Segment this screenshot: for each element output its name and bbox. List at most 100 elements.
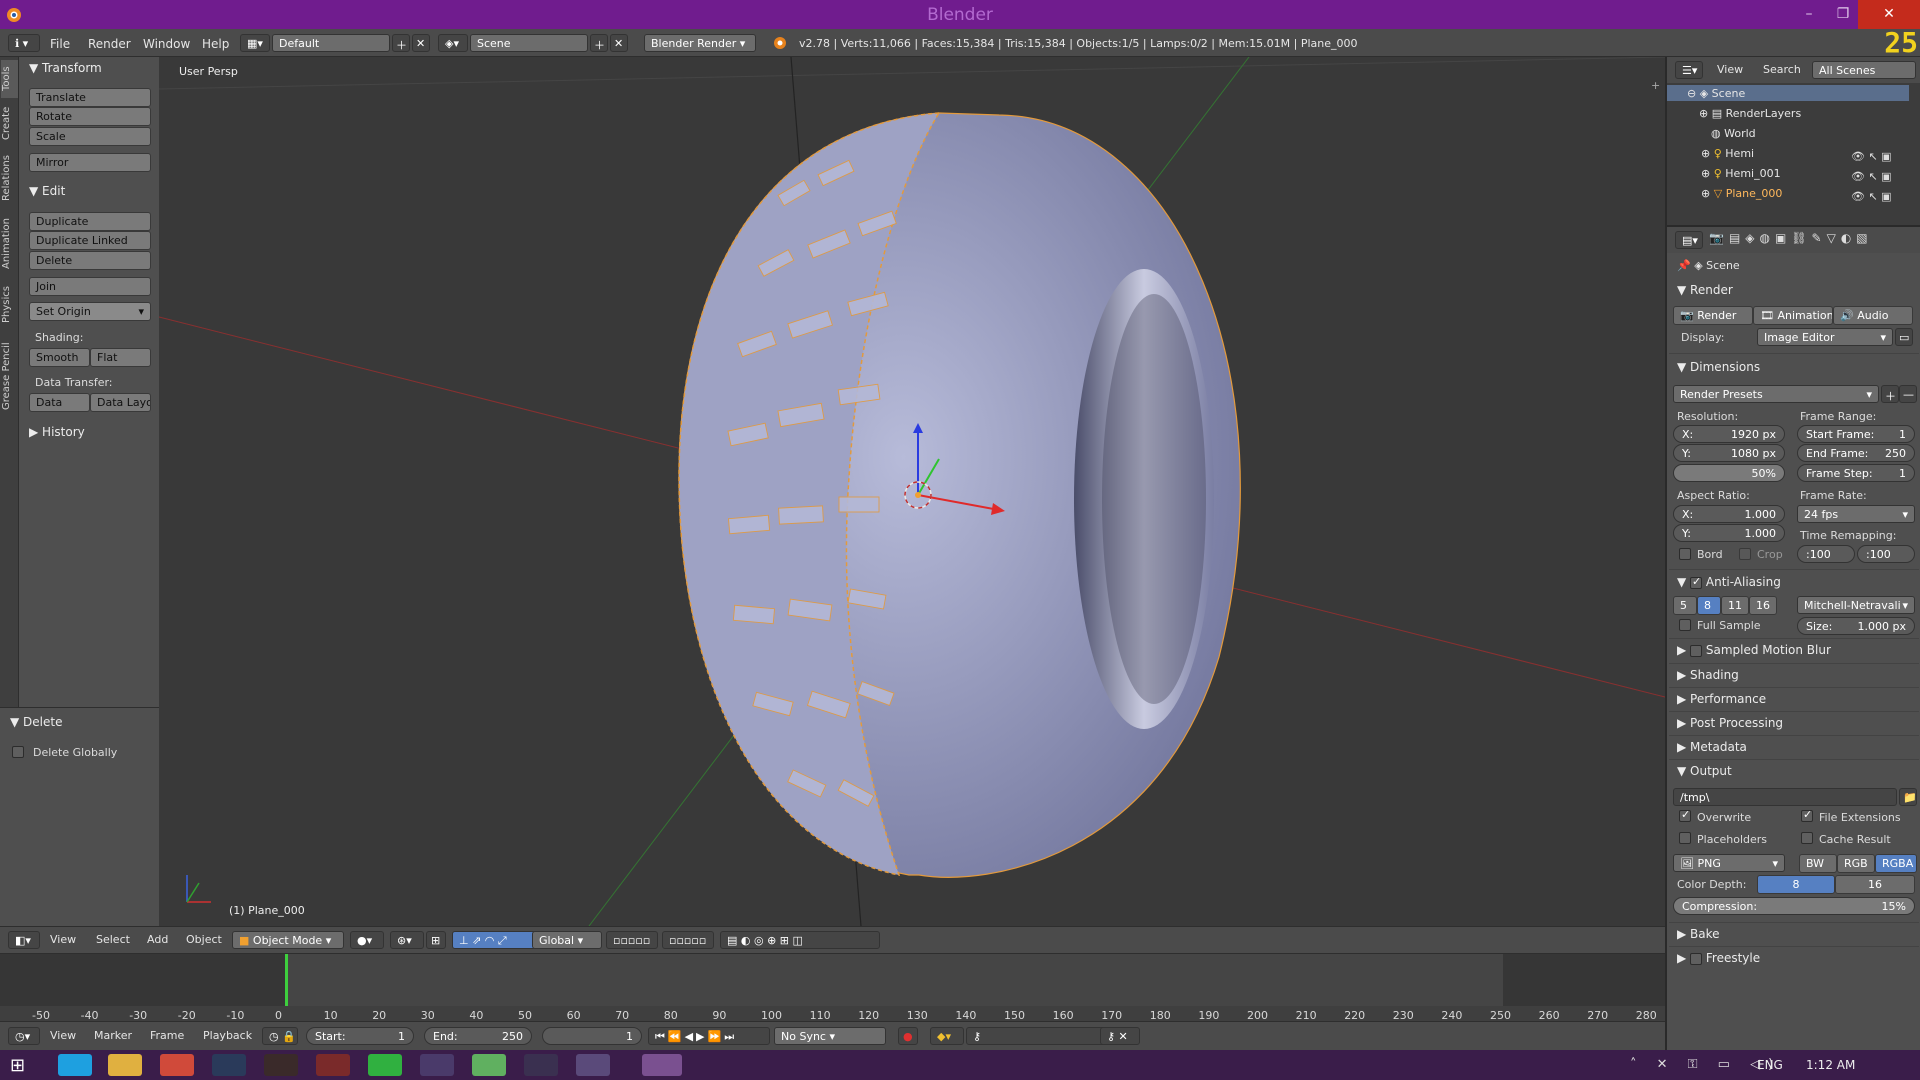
add-scene-icon[interactable]: ＋ bbox=[590, 34, 608, 52]
menu-playback[interactable]: Playback bbox=[203, 1029, 252, 1042]
app-icon-5[interactable] bbox=[472, 1054, 506, 1076]
post-processing-panel-header[interactable]: ▶ Post Processing bbox=[1677, 716, 1783, 730]
color-depth-16[interactable]: 16 bbox=[1835, 875, 1915, 894]
time-remap-new[interactable]: :100 bbox=[1857, 545, 1915, 563]
output-panel-header[interactable]: ▼ Output bbox=[1677, 764, 1732, 778]
outliner-item-hemi-001[interactable]: ⊕ ♀ Hemi_001 bbox=[1701, 167, 1781, 180]
color-bw-button[interactable]: BW bbox=[1799, 854, 1837, 873]
end-frame-field[interactable]: End: 250 bbox=[424, 1027, 532, 1045]
tab-tools[interactable]: Tools bbox=[1, 60, 18, 98]
app-icon-6[interactable] bbox=[524, 1054, 558, 1076]
outliner-item-scene[interactable]: ⊖ ◈ Scene bbox=[1687, 87, 1745, 100]
mode-select[interactable]: ■ Object Mode ▾ bbox=[232, 931, 344, 949]
tab-animation[interactable]: Animation bbox=[1, 211, 18, 277]
audio-button[interactable]: 🔊 Audio bbox=[1833, 306, 1913, 325]
tab-physics[interactable]: Physics bbox=[1, 281, 18, 329]
menu-marker[interactable]: Marker bbox=[94, 1029, 132, 1042]
menu-view[interactable]: View bbox=[50, 933, 76, 946]
sync-select[interactable]: No Sync ▾ bbox=[774, 1027, 886, 1045]
menu-timeline-view[interactable]: View bbox=[50, 1029, 76, 1042]
flat-button[interactable]: Flat bbox=[90, 348, 151, 367]
tab-relations[interactable]: Relations bbox=[1, 149, 18, 207]
render-panel-header[interactable]: ▼ Render bbox=[1677, 283, 1733, 297]
aspect-x-field[interactable]: X: 1.000 bbox=[1673, 505, 1785, 523]
resolution-percent-slider[interactable]: 50% bbox=[1673, 464, 1785, 482]
scale-button[interactable]: Scale bbox=[29, 127, 151, 146]
file-explorer-icon[interactable] bbox=[108, 1054, 142, 1076]
performance-panel-header[interactable]: ▶ Performance bbox=[1677, 692, 1766, 706]
output-path-input[interactable]: /tmp\ bbox=[1673, 788, 1897, 806]
language-indicator[interactable]: ENG bbox=[1757, 1058, 1783, 1072]
data-layout-button[interactable]: Data Layo bbox=[90, 393, 151, 412]
keying-set-field[interactable]: ⚷ bbox=[966, 1027, 1120, 1045]
add-preset-icon[interactable]: ＋ bbox=[1881, 385, 1899, 403]
keying-icon[interactable]: ◆▾ bbox=[930, 1027, 964, 1045]
file-extensions-checkbox[interactable] bbox=[1801, 808, 1813, 822]
overwrite-checkbox[interactable] bbox=[1679, 808, 1691, 822]
crop-checkbox[interactable] bbox=[1739, 548, 1751, 560]
blender-taskbar-icon[interactable] bbox=[642, 1054, 682, 1076]
outliner-item-renderlayers[interactable]: ⊕ ▤ RenderLayers bbox=[1699, 107, 1801, 120]
close-button[interactable]: ✕ bbox=[1858, 0, 1920, 29]
history-panel-header[interactable]: ▶ History bbox=[29, 425, 85, 439]
data-button[interactable]: Data bbox=[29, 393, 90, 412]
preview-range-icons[interactable]: ◷ 🔒 bbox=[262, 1027, 298, 1045]
frame-rate-select[interactable]: 24 fps ▾ bbox=[1797, 505, 1915, 523]
editor-type-icon[interactable]: ℹ ▾ bbox=[8, 34, 40, 52]
current-frame-marker[interactable] bbox=[285, 954, 288, 1006]
color-rgb-button[interactable]: RGB bbox=[1837, 854, 1875, 873]
display-select[interactable]: Image Editor ▾ bbox=[1757, 328, 1893, 346]
file-format-select[interactable]: 🖼 PNG ▾ bbox=[1673, 854, 1785, 872]
add-layout-icon[interactable]: ＋ bbox=[392, 34, 410, 52]
tab-create[interactable]: Create bbox=[1, 101, 18, 145]
smooth-button[interactable]: Smooth bbox=[29, 348, 90, 367]
timeline[interactable]: -50 -40 -30 -20 -10 0 10 20 30 40 50 60 70 80 90 100 110… bbox=[0, 953, 1665, 1026]
insert-keyframe-icons[interactable]: ⚷ ✕ bbox=[1100, 1027, 1140, 1045]
compression-slider[interactable]: Compression: 15% bbox=[1673, 897, 1915, 915]
aa-samples-5[interactable]: 5 bbox=[1673, 596, 1697, 615]
outliner-item-plane-000[interactable]: ⊕ ▽ Plane_000 bbox=[1701, 187, 1782, 200]
delete-button[interactable]: Delete bbox=[29, 251, 151, 270]
set-origin-button[interactable]: Set Origin ▾ bbox=[29, 302, 151, 321]
resolution-y-field[interactable]: Y: 1080 px bbox=[1673, 444, 1785, 462]
folder-icon[interactable]: 📁 bbox=[1899, 788, 1917, 806]
cache-result-checkbox[interactable] bbox=[1801, 832, 1813, 844]
shading-panel-header[interactable]: ▶ Shading bbox=[1677, 668, 1739, 682]
aa-filter-select[interactable]: Mitchell-Netravali ▾ bbox=[1797, 596, 1915, 614]
tab-grease-pencil[interactable]: Grease Pencil bbox=[1, 333, 18, 419]
placeholders-checkbox[interactable] bbox=[1679, 832, 1691, 844]
playback-controls[interactable]: ⏮⏪◀▶⏩⏭ bbox=[648, 1027, 770, 1045]
remove-preset-icon[interactable]: — bbox=[1899, 385, 1917, 403]
color-depth-8[interactable]: 8 bbox=[1757, 875, 1835, 894]
skype-icon[interactable] bbox=[58, 1054, 92, 1076]
app-icon-4[interactable] bbox=[420, 1054, 454, 1076]
visibility-toggles[interactable]: 👁 ↖ ▣ 👁 ↖ ▣ 👁 ↖ ▣ bbox=[1851, 147, 1892, 207]
color-rgba-button[interactable]: RGBA bbox=[1875, 854, 1917, 873]
render-presets-select[interactable]: Render Presets ▾ bbox=[1673, 385, 1879, 403]
resolution-x-field[interactable]: X: 1920 px bbox=[1673, 425, 1785, 443]
current-frame-field[interactable]: 1 bbox=[542, 1027, 642, 1045]
orientation-select[interactable]: Global ▾ bbox=[532, 931, 602, 949]
editor-type-properties-icon[interactable]: ▤▾ bbox=[1675, 231, 1703, 249]
steam-icon[interactable] bbox=[212, 1054, 246, 1076]
remove-scene-icon[interactable]: ✕ bbox=[610, 34, 628, 52]
frame-step-property[interactable]: Frame Step: 1 bbox=[1797, 464, 1915, 482]
record-icon[interactable]: ● bbox=[898, 1027, 918, 1045]
delete-globally-checkbox[interactable] bbox=[12, 746, 24, 758]
menu-window[interactable]: Window bbox=[143, 37, 190, 51]
edit-panel-header[interactable]: ▼ Edit bbox=[29, 184, 65, 198]
start-frame-property[interactable]: Start Frame: 1 bbox=[1797, 425, 1915, 443]
aa-samples-16[interactable]: 16 bbox=[1749, 596, 1777, 615]
editor-type-timeline-icon[interactable]: ◷▾ bbox=[8, 1027, 40, 1045]
outliner-menu-search[interactable]: Search bbox=[1763, 63, 1801, 76]
snapping-tools[interactable]: ▤ ◐ ◎ ⊕ ⊞ ◫ bbox=[720, 931, 880, 949]
transform-panel-header[interactable]: ▼ Transform bbox=[29, 61, 102, 75]
app-icon-3[interactable] bbox=[368, 1054, 402, 1076]
app-icon-1[interactable] bbox=[264, 1054, 298, 1076]
render-button[interactable]: 📷 Render bbox=[1673, 306, 1753, 325]
scene-icon[interactable]: ◈▾ bbox=[438, 34, 468, 52]
translate-button[interactable]: Translate bbox=[29, 88, 151, 107]
menu-add[interactable]: Add bbox=[147, 933, 168, 946]
menu-select[interactable]: Select bbox=[96, 933, 130, 946]
duplicate-linked-button[interactable]: Duplicate Linked bbox=[29, 231, 151, 250]
